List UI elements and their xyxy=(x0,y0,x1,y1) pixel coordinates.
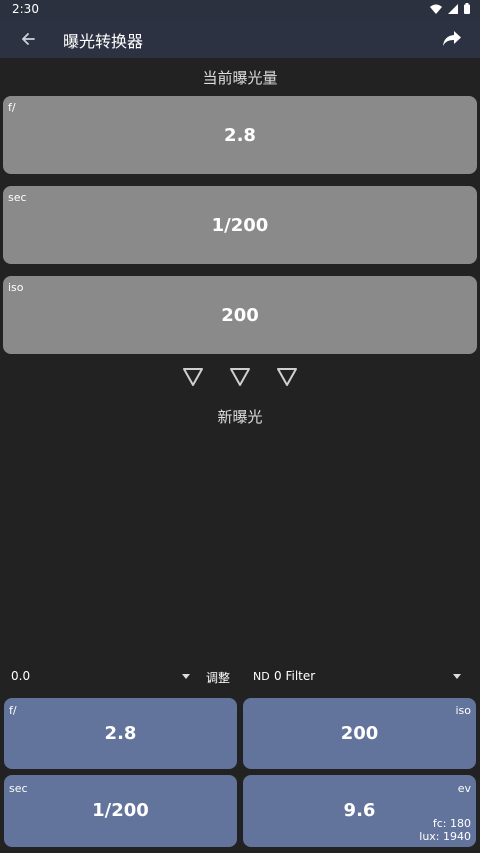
result-aperture-label: f/ xyxy=(9,704,17,717)
triangle-down-icon xyxy=(277,368,297,386)
nd-filter-dropdown[interactable]: 0 Filter xyxy=(274,669,315,683)
result-iso-value: 200 xyxy=(340,723,379,744)
status-time: 2:30 xyxy=(12,2,39,16)
aperture-value: 2.8 xyxy=(224,125,256,146)
back-arrow-icon xyxy=(22,33,35,45)
result-shutter-label: sec xyxy=(9,782,28,795)
ev-adjust-dropdown[interactable]: 0.0 xyxy=(11,669,30,683)
result-aperture-value: 2.8 xyxy=(104,723,137,744)
app-bar: 曝光转换器 xyxy=(0,19,480,58)
aperture-label: f/ xyxy=(8,101,16,114)
wifi-icon xyxy=(430,4,442,14)
result-ev-label: ev xyxy=(457,782,471,795)
result-iso-label: iso xyxy=(455,704,471,717)
current-exposure-title: 当前曝光量 xyxy=(202,69,278,87)
share-button[interactable] xyxy=(438,25,466,53)
app-title: 曝光转换器 xyxy=(63,32,144,51)
result-lux-value: lux: 1940 xyxy=(419,830,471,843)
status-bar: 2:30 xyxy=(0,0,480,19)
result-shutter-card[interactable]: sec 1/200 xyxy=(4,775,237,847)
result-iso-card[interactable]: iso 200 xyxy=(243,698,476,769)
nd-label: ND xyxy=(253,670,270,683)
shutter-input[interactable]: sec 1/200 xyxy=(3,186,477,264)
battery-icon xyxy=(464,3,470,14)
signal-icon xyxy=(448,3,458,14)
result-shutter-value: 1/200 xyxy=(92,800,149,821)
adjust-controls: 0.0 调整 ND 0 Filter xyxy=(0,666,480,688)
triangle-down-icon xyxy=(230,368,250,386)
back-button[interactable] xyxy=(14,25,42,53)
nd-dropdown-caret-icon[interactable] xyxy=(453,674,461,679)
iso-value: 200 xyxy=(221,305,259,326)
new-exposure-title: 新曝光 xyxy=(217,408,263,426)
share-icon xyxy=(443,31,461,46)
shutter-value: 1/200 xyxy=(211,215,269,236)
result-ev-card: ev 9.6 fc: 180 lux: 1940 xyxy=(243,775,476,847)
adjust-label: 调整 xyxy=(206,671,231,685)
result-fc-value: fc: 180 xyxy=(432,817,471,830)
aperture-input[interactable]: f/ 2.8 xyxy=(3,96,477,174)
status-icons xyxy=(430,3,470,14)
shutter-label: sec xyxy=(8,191,27,204)
result-aperture-card[interactable]: f/ 2.8 xyxy=(4,698,237,769)
iso-label: iso xyxy=(8,281,24,294)
arrow-indicators xyxy=(0,367,480,389)
ev-dropdown-caret-icon[interactable] xyxy=(182,674,190,679)
triangle-down-icon xyxy=(183,368,203,386)
iso-input[interactable]: iso 200 xyxy=(3,276,477,354)
